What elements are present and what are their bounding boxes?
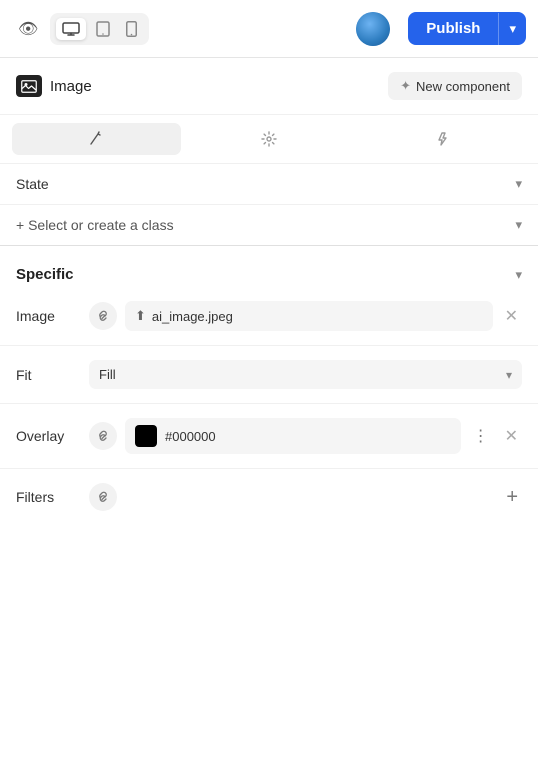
specific-section-header[interactable]: Specific ▾ bbox=[0, 250, 538, 291]
avatar[interactable] bbox=[356, 12, 390, 46]
overlay-hex-value: #000000 bbox=[165, 429, 216, 444]
fit-chevron-icon: ▾ bbox=[506, 368, 512, 382]
image-filename: ai_image.jpeg bbox=[152, 309, 233, 324]
filters-link-button[interactable] bbox=[89, 483, 117, 511]
tablet-device-button[interactable] bbox=[90, 17, 116, 41]
device-buttons bbox=[50, 13, 149, 45]
image-clear-button[interactable]: ✕ bbox=[501, 304, 522, 328]
fit-value: Fill bbox=[99, 367, 116, 382]
overlay-prop-label: Overlay bbox=[16, 428, 81, 444]
fit-property-row: Fit Fill ▾ bbox=[0, 350, 538, 399]
image-property-row: Image ⬆ ai_image.jpeg ✕ bbox=[0, 291, 538, 341]
image-value-box[interactable]: ⬆ ai_image.jpeg bbox=[125, 301, 493, 331]
specific-title: Specific bbox=[16, 266, 74, 283]
divider-3 bbox=[0, 468, 538, 469]
state-label: State bbox=[16, 176, 49, 192]
divider-2 bbox=[0, 403, 538, 404]
publish-button[interactable]: Publish bbox=[408, 12, 498, 45]
header: 👁 bbox=[0, 0, 538, 58]
image-link-button[interactable] bbox=[89, 302, 117, 330]
class-label: + Select or create a class bbox=[16, 217, 174, 233]
image-prop-label: Image bbox=[16, 308, 81, 324]
overlay-property-row: Overlay #000000 ⋮ ✕ bbox=[0, 408, 538, 464]
specific-section: Specific ▾ Image ⬆ ai_image.jpeg ✕ Fit F… bbox=[0, 246, 538, 521]
panel-header: Image ✦ New component bbox=[0, 58, 538, 115]
upload-icon: ⬆ bbox=[135, 308, 146, 324]
tabs-row bbox=[0, 115, 538, 164]
desktop-device-button[interactable] bbox=[56, 18, 86, 40]
new-component-button[interactable]: ✦ New component bbox=[388, 72, 522, 100]
state-dropdown[interactable]: State ▾ bbox=[0, 164, 538, 205]
header-left: 👁 bbox=[12, 13, 149, 45]
publish-dropdown-button[interactable]: ▾ bbox=[498, 13, 526, 45]
panel-title-group: Image bbox=[16, 75, 92, 97]
overlay-options-button[interactable]: ⋮ bbox=[469, 424, 493, 448]
class-chevron-icon: ▾ bbox=[515, 217, 522, 233]
state-chevron-icon: ▾ bbox=[515, 176, 522, 192]
overlay-value-box[interactable]: #000000 bbox=[125, 418, 461, 454]
specific-chevron-icon: ▾ bbox=[515, 267, 522, 283]
filters-prop-label: Filters bbox=[16, 489, 81, 505]
mobile-device-button[interactable] bbox=[120, 17, 143, 41]
overlay-clear-button[interactable]: ✕ bbox=[501, 424, 522, 448]
fit-prop-label: Fit bbox=[16, 367, 81, 383]
overlay-link-button[interactable] bbox=[89, 422, 117, 450]
panel-title: Image bbox=[50, 78, 92, 95]
eye-button[interactable]: 👁 bbox=[12, 13, 44, 45]
header-right: Publish ▾ bbox=[356, 12, 526, 46]
image-icon bbox=[16, 75, 42, 97]
divider-1 bbox=[0, 345, 538, 346]
publish-button-group: Publish ▾ bbox=[408, 12, 526, 45]
filters-add-button[interactable]: + bbox=[502, 484, 522, 511]
new-component-label: New component bbox=[416, 79, 510, 94]
tab-settings[interactable] bbox=[185, 123, 354, 155]
filters-property-row: Filters + bbox=[0, 473, 538, 521]
fit-select[interactable]: Fill ▾ bbox=[89, 360, 522, 389]
class-selector[interactable]: + Select or create a class ▾ bbox=[0, 205, 538, 246]
tab-style[interactable] bbox=[12, 123, 181, 155]
tab-interactions[interactable] bbox=[357, 123, 526, 155]
overlay-color-swatch[interactable] bbox=[135, 425, 157, 447]
sparkle-icon: ✦ bbox=[400, 78, 411, 94]
